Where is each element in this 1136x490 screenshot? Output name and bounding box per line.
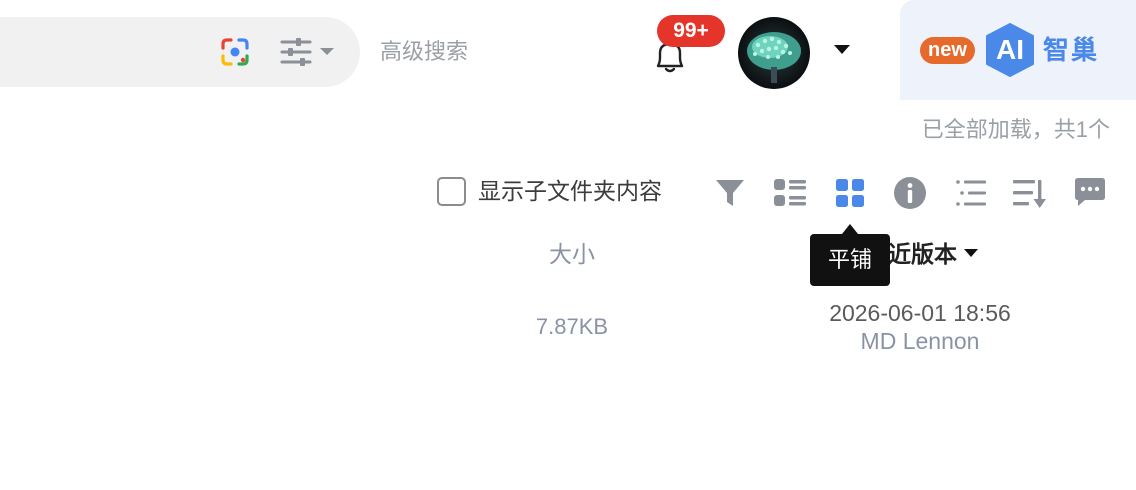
account-menu-caret-icon[interactable]	[832, 42, 852, 56]
show-subfolder-label[interactable]: 显示子文件夹内容	[478, 176, 662, 206]
file-size-cell: 7.87KB	[535, 314, 609, 339]
tile-view-icon[interactable]	[832, 175, 868, 211]
comment-icon[interactable]	[1072, 175, 1108, 211]
tooltip-arrow	[842, 224, 858, 234]
tile-view-tooltip: 平铺	[810, 234, 890, 286]
version-user-cell[interactable]: MD Lennon	[800, 327, 1040, 355]
google-lens-icon[interactable]	[219, 36, 251, 68]
user-avatar[interactable]	[738, 17, 810, 89]
filter-icon[interactable]	[712, 175, 748, 211]
new-badge: new	[920, 37, 975, 64]
version-date-cell: 2026-06-01 18:56	[829, 300, 1011, 326]
column-header-version[interactable]: 近版本	[888, 240, 957, 268]
notification-count-badge: 99+	[657, 15, 725, 47]
list-view-icon[interactable]	[772, 175, 808, 211]
ai-product-name: 智巢	[1043, 35, 1100, 65]
ai-logo-text: AI	[996, 34, 1024, 65]
load-status-text: 已全部加载，共1个	[921, 117, 1110, 142]
page: 高级搜索 99+ new AI 智巢 已全部加载，共1个 显示子文件夹内容 大小…	[0, 0, 1136, 490]
outline-list-icon[interactable]	[952, 175, 988, 211]
info-icon[interactable]	[892, 175, 928, 211]
version-sort-caret-icon[interactable]	[963, 248, 979, 258]
show-subfolder-checkbox[interactable]	[437, 177, 466, 206]
search-options-icon[interactable]	[280, 37, 336, 67]
sort-icon[interactable]	[1012, 175, 1048, 211]
advanced-search-link[interactable]: 高级搜索	[380, 38, 468, 66]
column-header-size[interactable]: 大小	[522, 240, 622, 268]
